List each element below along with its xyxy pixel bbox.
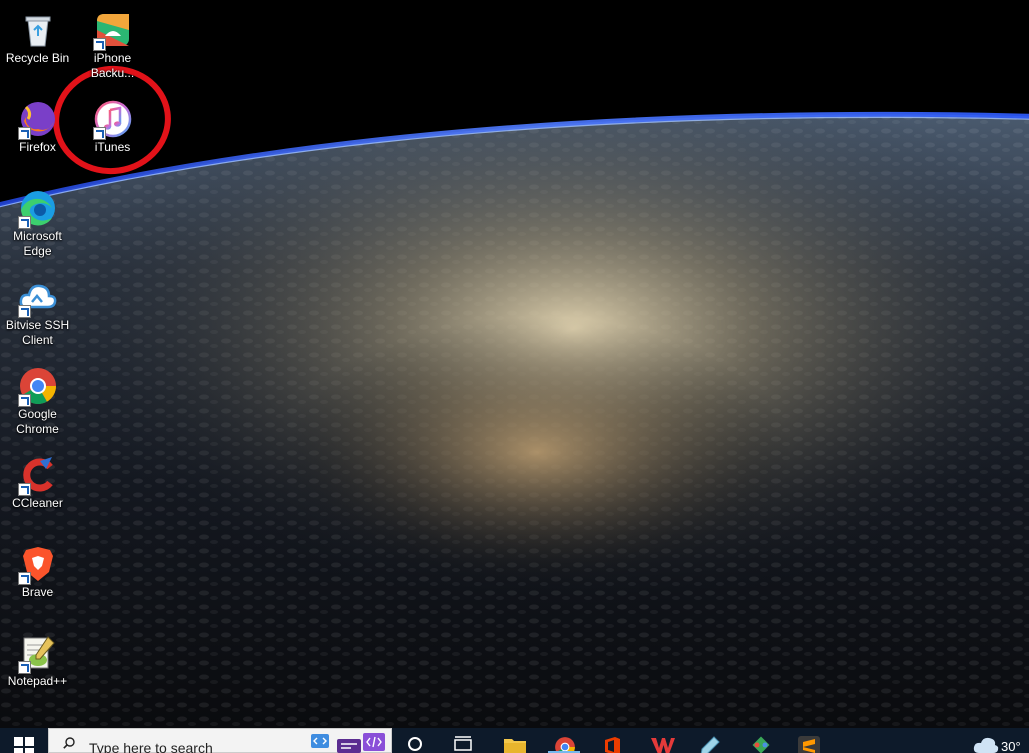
office-icon — [605, 737, 620, 753]
taskbar-chrome[interactable] — [544, 728, 584, 753]
desktop: Recycle Bin Firefox Microsoft Edge Bitvi… — [0, 0, 1029, 728]
start-button[interactable] — [0, 728, 48, 753]
shortcut-arrow-icon — [18, 483, 31, 496]
code-tag-icon — [311, 734, 329, 748]
desktop-icon-itunes[interactable]: iTunes — [75, 91, 150, 179]
taskbar-sublime-text[interactable] — [788, 728, 828, 753]
chat-icon — [337, 739, 361, 753]
desktop-icon-label: Bitvise SSH Client — [5, 318, 70, 347]
taskbar-office[interactable] — [592, 728, 632, 753]
desktop-icon-label: Brave — [21, 585, 54, 599]
cortana-button[interactable] — [397, 728, 437, 753]
pen-icon — [700, 736, 720, 753]
desktop-icon-label: Google Chrome — [16, 407, 59, 436]
desktop-icon-label: iPhone Backu... — [90, 51, 135, 80]
shortcut-arrow-icon — [18, 572, 31, 585]
desktop-icon-label: Firefox — [19, 140, 56, 154]
desktop-icon-label: Recycle Bin — [5, 51, 70, 65]
weather-temperature: 30° — [1001, 739, 1021, 753]
shortcut-arrow-icon — [18, 394, 31, 407]
search-placeholder: Type here to search — [89, 740, 213, 753]
search-icon — [63, 737, 75, 749]
system-tray-weather[interactable]: 30° — [967, 728, 1029, 753]
cortana-circle-icon — [408, 737, 422, 751]
taskbar-file-explorer[interactable] — [494, 728, 534, 753]
chrome-icon — [555, 737, 575, 753]
taskbar-pen-app[interactable] — [690, 728, 730, 753]
task-view-icon — [454, 736, 472, 751]
desktop-icon-notepadpp[interactable]: Notepad++ — [0, 625, 75, 713]
recycle-bin-icon — [25, 16, 51, 47]
desktop-icon-firefox[interactable]: Firefox — [0, 91, 75, 179]
shortcut-arrow-icon — [18, 216, 31, 229]
desktop-icon-bitvise-ssh-client[interactable]: Bitvise SSH Client — [0, 269, 75, 357]
desktop-icon-brave[interactable]: Brave — [0, 536, 75, 624]
code-window-icon — [363, 733, 385, 751]
wallpaper-earth — [0, 0, 1029, 728]
desktop-icon-iphone-backup[interactable]: iPhone Backu... — [75, 2, 150, 90]
taskbar-wps[interactable] — [641, 728, 681, 753]
taskbar-git[interactable] — [740, 728, 780, 753]
shortcut-arrow-icon — [18, 127, 31, 140]
file-explorer-icon — [504, 739, 526, 753]
shortcut-arrow-icon — [93, 127, 106, 140]
shortcut-arrow-icon — [18, 305, 31, 318]
desktop-icon-ccleaner[interactable]: CCleaner — [0, 447, 75, 535]
desktop-icon-google-chrome[interactable]: Google Chrome — [0, 358, 75, 446]
sublime-text-icon — [798, 736, 820, 753]
wps-icon — [651, 738, 675, 753]
shortcut-arrow-icon — [18, 661, 31, 674]
desktop-icon-recycle-bin[interactable]: Recycle Bin — [0, 2, 75, 90]
git-icon — [752, 736, 770, 753]
desktop-icon-microsoft-edge[interactable]: Microsoft Edge — [0, 180, 75, 268]
taskbar-search-box[interactable]: Type here to search — [48, 728, 392, 753]
desktop-icon-label: iTunes — [94, 140, 131, 154]
desktop-icon-label: Notepad++ — [7, 674, 68, 688]
desktop-icon-label: Microsoft Edge — [13, 229, 62, 258]
task-view-button[interactable] — [443, 728, 483, 753]
taskbar: Type here to search 30° — [0, 728, 1029, 753]
windows-logo-icon — [14, 737, 34, 753]
shortcut-arrow-icon — [93, 38, 106, 51]
cloud-weather-icon — [973, 737, 999, 753]
desktop-icon-label: CCleaner — [12, 496, 63, 510]
